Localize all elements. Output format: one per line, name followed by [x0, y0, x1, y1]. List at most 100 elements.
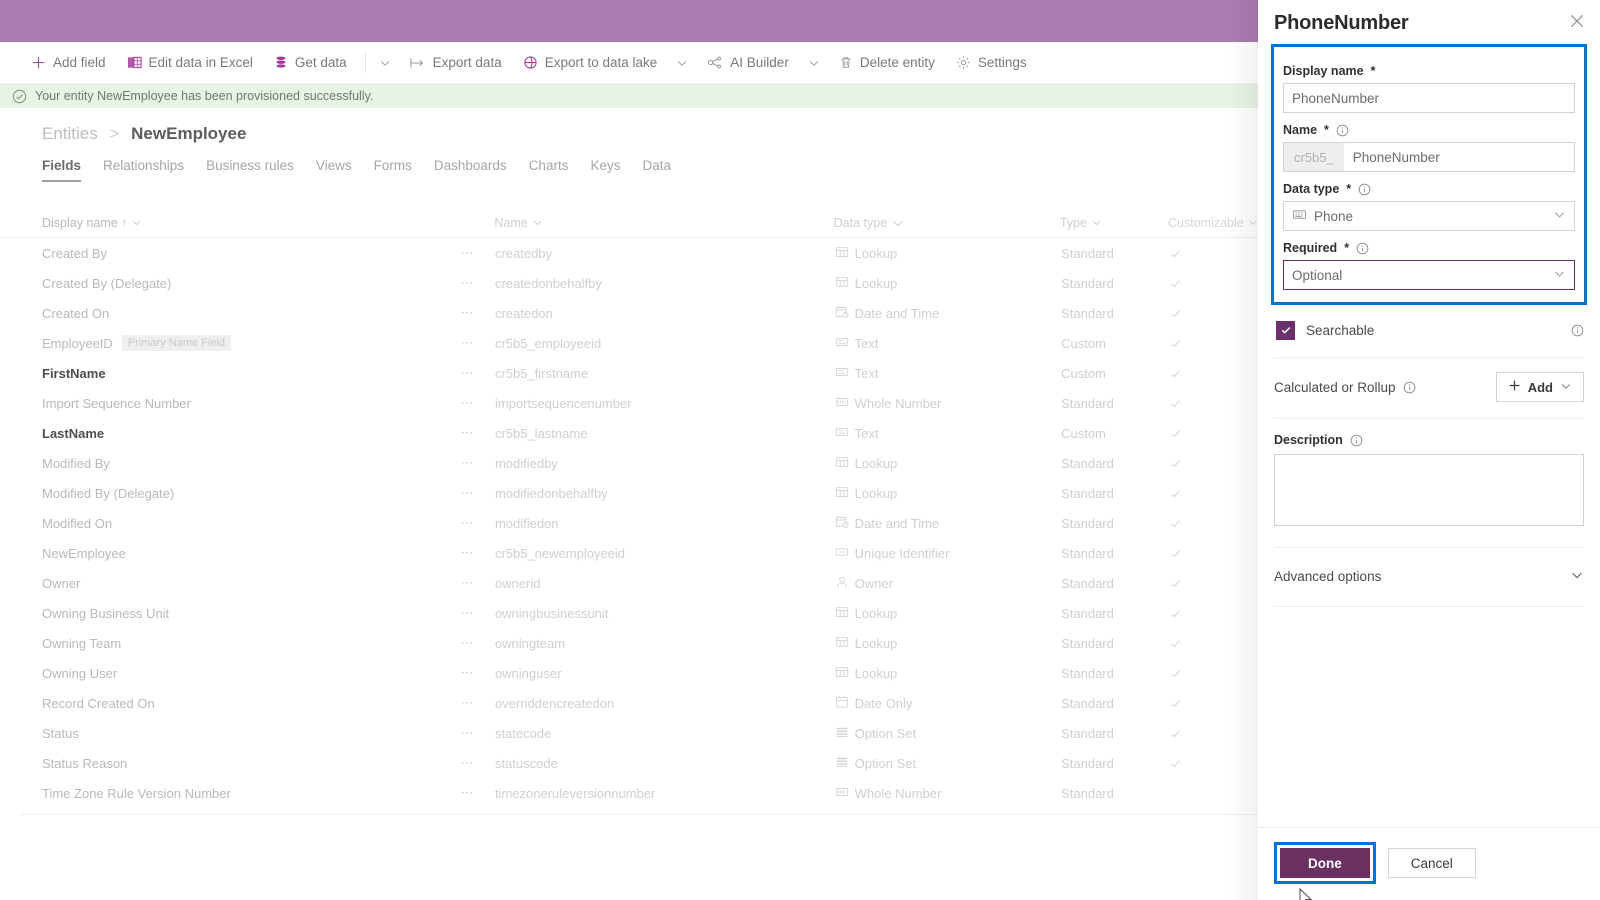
table-row[interactable]: Status Reason ⋯ statuscode Option Set Standa…	[0, 748, 1258, 778]
description-textarea[interactable]	[1274, 454, 1584, 526]
settings-button[interactable]: Settings	[947, 48, 1036, 78]
close-icon[interactable]	[1568, 12, 1586, 35]
tab-keys[interactable]: Keys	[590, 158, 634, 182]
table-row[interactable]: Status ⋯ statecode Option Set Standard	[0, 718, 1258, 748]
ai-builder-button[interactable]: AI Builder	[698, 48, 798, 78]
row-more-actions-button[interactable]: ⋯	[460, 455, 494, 471]
tab-views[interactable]: Views	[316, 158, 366, 182]
table-row[interactable]: Owning Team ⋯ owningteam Lookup Standard	[0, 628, 1258, 658]
chevron-down-icon	[1092, 220, 1101, 226]
row-more-actions-button[interactable]: ⋯	[460, 245, 494, 261]
data-type-text: Date and Time	[854, 305, 940, 321]
info-icon[interactable]	[1358, 183, 1371, 196]
table-row[interactable]: NewEmployee ⋯ cr5b5_newemployeeid Unique Id…	[0, 538, 1258, 568]
add-calculated-rollup-button[interactable]: Add	[1495, 372, 1584, 402]
table-row[interactable]: Modified By ⋯ modifiedby Lookup Standard	[0, 448, 1258, 478]
export-to-data-lake-button[interactable]: Export to data lake	[514, 48, 667, 78]
lookup-icon	[835, 245, 849, 262]
export-data-button[interactable]: Export data	[401, 48, 511, 78]
row-more-actions-button[interactable]: ⋯	[460, 545, 494, 561]
column-header-display-name[interactable]: Display name ↑	[42, 216, 460, 230]
edit-data-in-excel-button[interactable]: Edit data in Excel	[118, 48, 262, 78]
row-more-actions-button[interactable]: ⋯	[460, 785, 494, 801]
cell-type: Standard	[1061, 785, 1114, 801]
add-field-button[interactable]: Add field	[22, 48, 115, 78]
table-row[interactable]: Created By ⋯ createdby Lookup Standard	[0, 238, 1258, 268]
tab-data[interactable]: Data	[642, 158, 685, 182]
searchable-checkbox[interactable]	[1276, 320, 1295, 340]
delete-entity-button[interactable]: Delete entity	[830, 48, 944, 78]
table-row[interactable]: Owner ⋯ ownerid Owner Standard	[0, 568, 1258, 598]
column-header-name[interactable]: Name	[494, 216, 833, 230]
row-more-actions-button[interactable]: ⋯	[460, 725, 494, 741]
export-icon	[410, 56, 426, 70]
display-name-label-text: Display name	[1283, 64, 1364, 78]
table-row[interactable]: Owning User ⋯ owninguser Lookup Standard	[0, 658, 1258, 688]
row-more-actions-button[interactable]: ⋯	[460, 695, 494, 711]
column-header-customizable[interactable]: Customizable	[1168, 216, 1258, 230]
table-row[interactable]: EmployeeID Primary Name Field ⋯ cr5b5_emplo…	[0, 328, 1258, 358]
tab-relationships[interactable]: Relationships	[103, 158, 198, 182]
ai-builder-more-button[interactable]	[801, 48, 827, 78]
excel-icon	[127, 55, 142, 70]
row-more-actions-button[interactable]: ⋯	[460, 275, 494, 291]
ai-builder-icon	[707, 55, 723, 70]
column-header-data-type[interactable]: Data type	[834, 216, 1060, 230]
cell-data-type: Lookup	[835, 245, 1061, 262]
get-data-more-button[interactable]	[372, 48, 398, 78]
breadcrumb-entities-link[interactable]: Entities	[42, 124, 98, 143]
data-lake-more-button[interactable]	[669, 48, 695, 78]
row-more-actions-button[interactable]: ⋯	[460, 575, 494, 591]
cell-data-type: Lookup	[835, 455, 1061, 472]
export-to-data-lake-label: Export to data lake	[544, 55, 658, 70]
row-more-actions-button[interactable]: ⋯	[460, 395, 494, 411]
info-icon[interactable]	[1356, 242, 1369, 255]
row-more-actions-button[interactable]: ⋯	[460, 605, 494, 621]
cell-display-name: Status Reason	[42, 756, 460, 771]
tab-dashboards[interactable]: Dashboards	[434, 158, 521, 182]
display-name-input[interactable]	[1283, 83, 1575, 113]
row-more-actions-button[interactable]: ⋯	[460, 755, 494, 771]
row-more-actions-button[interactable]: ⋯	[460, 365, 494, 381]
column-header-type[interactable]: Type	[1060, 216, 1168, 230]
cell-data-type: Date and Time	[835, 305, 1061, 322]
table-row[interactable]: Created On ⋯ createdon Date and Time Standar…	[0, 298, 1258, 328]
table-row[interactable]: Created By (Delegate) ⋯ createdonbehalfby L…	[0, 268, 1258, 298]
table-row[interactable]: Owning Business Unit ⋯ owningbusinessunit L…	[0, 598, 1258, 628]
tab-charts[interactable]: Charts	[529, 158, 583, 182]
table-row[interactable]: Time Zone Rule Version Number ⋯ timezoneru…	[0, 778, 1258, 808]
advanced-options-toggle[interactable]: Advanced options	[1274, 562, 1584, 590]
cell-data-type: Unique Identifier	[835, 545, 1061, 562]
done-button[interactable]: Done	[1280, 848, 1370, 878]
tab-fields[interactable]: Fields	[42, 158, 95, 182]
row-more-actions-button[interactable]: ⋯	[460, 635, 494, 651]
row-more-actions-button[interactable]: ⋯	[460, 425, 494, 441]
tab-forms[interactable]: Forms	[374, 158, 426, 182]
row-more-actions-button[interactable]: ⋯	[460, 665, 494, 681]
table-row[interactable]: LastName ⋯ cr5b5_lastname Text Custom	[0, 418, 1258, 448]
info-icon[interactable]	[1336, 124, 1349, 137]
required-level-dropdown[interactable]: Optional	[1283, 260, 1575, 290]
description-label-text: Description	[1274, 433, 1343, 447]
info-icon[interactable]	[1403, 381, 1416, 394]
get-data-button[interactable]: Get data	[265, 48, 356, 78]
table-row[interactable]: Modified On ⋯ modifiedon Date and Time Stand…	[0, 508, 1258, 538]
data-type-text: Text	[854, 335, 879, 351]
info-icon[interactable]	[1350, 434, 1363, 447]
info-icon[interactable]	[1571, 324, 1584, 337]
data-type-text: Lookup	[854, 605, 898, 621]
row-more-actions-button[interactable]: ⋯	[460, 515, 494, 531]
required-asterisk: *	[1346, 182, 1352, 196]
tab-business-rules[interactable]: Business rules	[206, 158, 308, 182]
table-row[interactable]: Import Sequence Number ⋯ importsequencenum…	[0, 388, 1258, 418]
table-row[interactable]: Modified By (Delegate) ⋯ modifiedonbehalfb…	[0, 478, 1258, 508]
cancel-button[interactable]: Cancel	[1387, 848, 1476, 878]
row-more-actions-button[interactable]: ⋯	[460, 305, 494, 321]
data-type-dropdown[interactable]: Phone	[1283, 201, 1575, 231]
table-row[interactable]: Record Created On ⋯ overriddencreatedon Dat…	[0, 688, 1258, 718]
data-type-text: Date Only	[854, 695, 913, 711]
schema-name-input[interactable]	[1343, 143, 1574, 171]
table-row[interactable]: FirstName ⋯ cr5b5_firstname Text Custom	[0, 358, 1258, 388]
row-more-actions-button[interactable]: ⋯	[460, 335, 494, 351]
row-more-actions-button[interactable]: ⋯	[460, 485, 494, 501]
